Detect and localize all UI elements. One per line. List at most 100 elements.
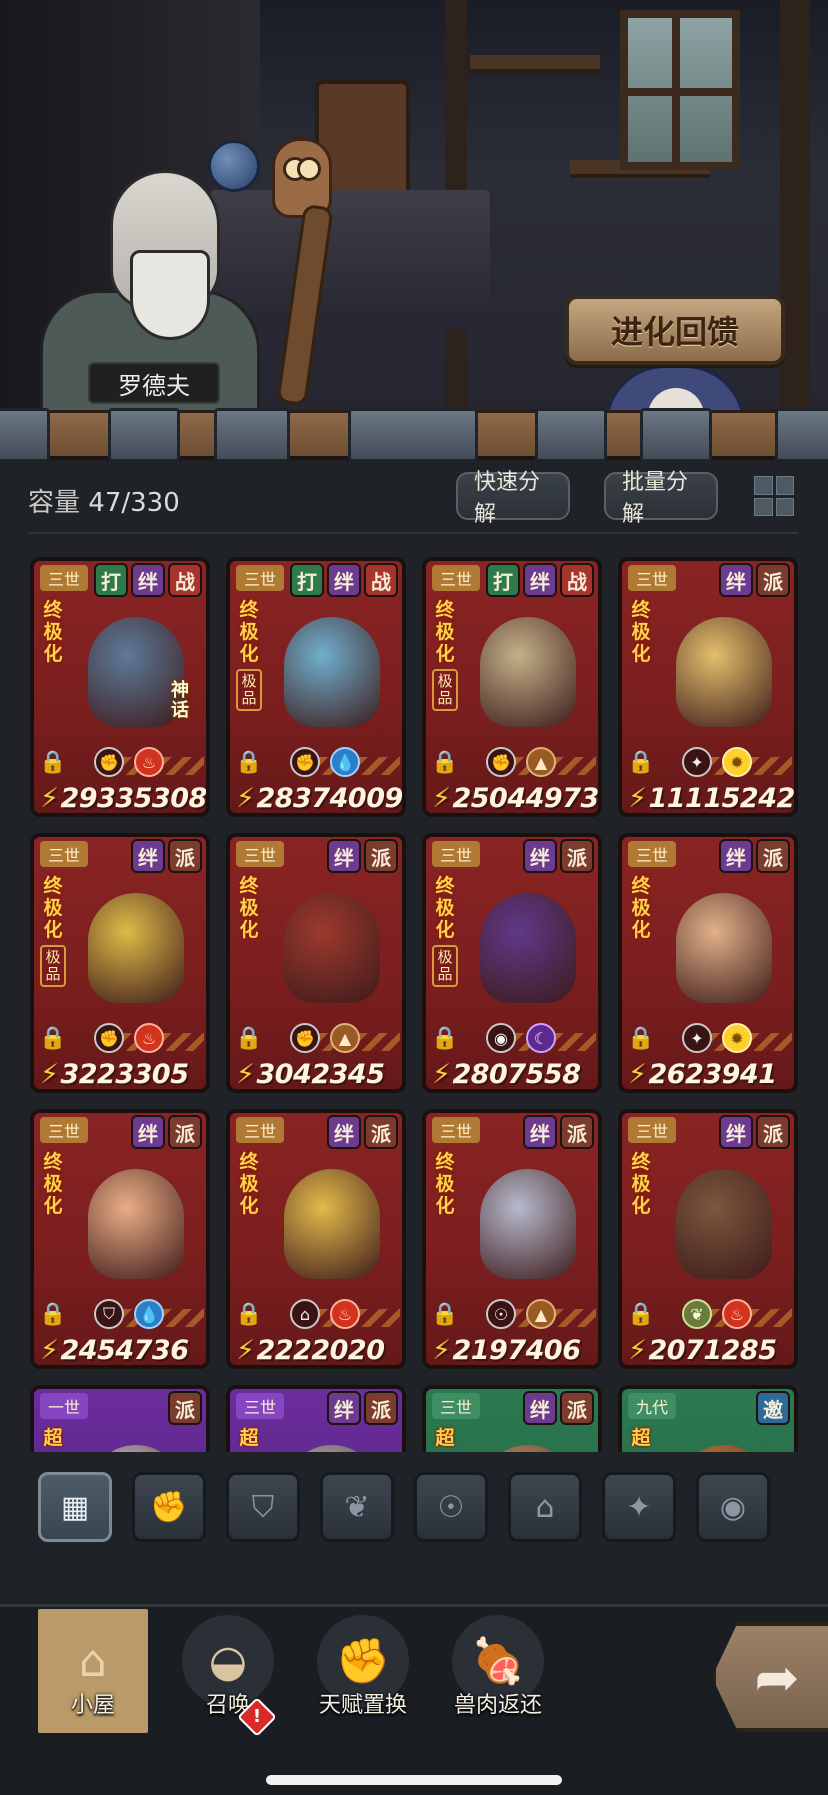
capacity-label: 容量 <box>28 488 81 518</box>
nav-meat-refund[interactable]: 🍖 兽肉返还 <box>443 1609 553 1733</box>
combat-power-value: 2623941 <box>648 1059 777 1090</box>
monster-portrait <box>264 1425 394 1452</box>
lock-icon[interactable]: 🔒 <box>39 1299 66 1329</box>
monster-card[interactable]: 三世 绊派终极化 🔒 ✊ ▲ ⚡3042345 <box>226 833 406 1093</box>
monster-card[interactable]: 三世 绊派终极化 🔒 ⛉ 💧 ⚡2454736 <box>30 1109 210 1369</box>
filter-fist-icon[interactable]: ✊ <box>132 1472 206 1542</box>
trait-tag: 绊 <box>131 1115 165 1149</box>
filter-eye-icon[interactable]: ◉ <box>696 1472 770 1542</box>
monster-card[interactable]: 三世 绊派终极化 🔒 ❦ ♨ ⚡2071285 <box>618 1109 798 1369</box>
arrow-right-icon: ➦ <box>754 1645 800 1709</box>
era-label: 三世 <box>628 1117 677 1143</box>
card-icon-row: 🔒 ✦ ✹ <box>627 1023 792 1053</box>
nav-hut[interactable]: ⌂ 小屋 <box>38 1609 148 1733</box>
trait-tags: 打绊战 <box>290 563 398 597</box>
monster-card[interactable]: 三世打绊战终极化 神话 🔒 ✊ ♨ ⚡29335308 <box>30 557 210 817</box>
power-icon: ⚡ <box>628 1335 647 1366</box>
lock-icon[interactable]: 🔒 <box>627 1299 654 1329</box>
evolve-feedback-button[interactable]: 进化回馈 <box>565 295 785 365</box>
monster-card[interactable]: 三世打绊战终极化 极品 🔒 ✊ 💧 ⚡28374009 <box>226 557 406 817</box>
trait-tag: 绊 <box>131 839 165 873</box>
monster-card[interactable]: 三世 绊派终极化 🔒 ✦ ✹ ⚡2623941 <box>618 833 798 1093</box>
trait-tag: 战 <box>560 563 594 597</box>
combat-power: ⚡11115242 <box>628 783 795 814</box>
lock-icon[interactable]: 🔒 <box>235 1023 262 1053</box>
filter-shield-icon[interactable]: ⛉ <box>226 1472 300 1542</box>
monster-card[interactable]: 三世 绊派终极化 🔒 ☉ ▲ ⚡2197406 <box>422 1109 602 1369</box>
monster-card[interactable]: 三世打绊战终极化 极品 🔒 ✊ ▲ ⚡25044973 <box>422 557 602 817</box>
grade-badge: 极品 <box>40 945 66 987</box>
trait-tag: 绊 <box>523 1391 557 1425</box>
trait-tag: 战 <box>168 563 202 597</box>
monster-card[interactable]: 一世 派超 <box>30 1385 210 1452</box>
fence-post <box>640 408 712 462</box>
earth-icon: ▲ <box>330 1023 360 1053</box>
monster-portrait <box>68 873 198 1013</box>
lock-icon[interactable]: 🔒 <box>627 747 654 777</box>
power-icon: ⚡ <box>40 1059 59 1090</box>
light-icon: ✹ <box>722 747 752 777</box>
globe-icon <box>208 140 260 192</box>
combat-power-value: 2071285 <box>648 1335 777 1366</box>
lock-icon[interactable]: 🔒 <box>431 747 458 777</box>
era-label: 三世 <box>236 1117 285 1143</box>
next-arrow-button[interactable]: ➦ <box>712 1622 828 1732</box>
filter-alien-icon[interactable]: ☉ <box>414 1472 488 1542</box>
trait-tag: 派 <box>168 1115 202 1149</box>
trait-tag: 绊 <box>523 1115 557 1149</box>
nav-summon[interactable]: ◒ 召唤 ! <box>173 1609 283 1737</box>
alien-icon: ☉ <box>486 1299 516 1329</box>
fence-post <box>0 408 50 462</box>
combat-power-value: 11115242 <box>648 783 795 814</box>
npc-nameplate[interactable]: 罗德夫 <box>88 362 220 404</box>
lock-icon[interactable]: 🔒 <box>39 747 66 777</box>
lock-icon[interactable]: 🔒 <box>235 1299 262 1329</box>
power-icon: ⚡ <box>432 1059 451 1090</box>
compass-icon: ✦ <box>682 1023 712 1053</box>
trait-tag: 派 <box>168 839 202 873</box>
trait-tags: 绊派 <box>719 1115 790 1149</box>
filter-all-icon[interactable]: ▦ <box>38 1472 112 1542</box>
grid-view-icon[interactable] <box>752 474 796 518</box>
monster-card[interactable]: 九代 邀超 <box>618 1385 798 1452</box>
lock-icon[interactable]: 🔒 <box>39 1023 66 1053</box>
filter-tower-icon[interactable]: ⌂ <box>508 1472 582 1542</box>
monster-card[interactable]: 三世 绊派终极化 🔒 ✦ ✹ ⚡11115242 <box>618 557 798 817</box>
lock-icon[interactable]: 🔒 <box>431 1023 458 1053</box>
monster-card-grid: 三世打绊战终极化 神话 🔒 ✊ ♨ ⚡29335308 三世打绊战终极化 极品 🔒 ✊ 💧 ⚡2837… <box>30 557 800 1452</box>
monster-card[interactable]: 三世 绊派终极化 🔒 ⌂ ♨ ⚡2222020 <box>226 1109 406 1369</box>
lock-icon[interactable]: 🔒 <box>235 747 262 777</box>
monster-portrait <box>460 873 590 1013</box>
fence-post <box>775 408 828 462</box>
evolution-stage-label: 超 <box>631 1427 651 1449</box>
card-icon-row: 🔒 ◉ ☾ <box>431 1023 596 1053</box>
monster-portrait <box>656 1425 786 1452</box>
fire-icon: ♨ <box>134 747 164 777</box>
monster-card[interactable]: 三世 绊派终极化 极品 🔒 ◉ ☾ ⚡2807558 <box>422 833 602 1093</box>
scene-shelf <box>470 55 600 73</box>
quick-decompose-button[interactable]: 快速分解 <box>456 470 570 527</box>
filter-plant-icon[interactable]: ❦ <box>320 1472 394 1542</box>
home-indicator[interactable] <box>266 1775 562 1785</box>
trait-tag: 派 <box>560 1115 594 1149</box>
batch-decompose-button[interactable]: 批量分解 <box>604 470 718 527</box>
lock-icon[interactable]: 🔒 <box>431 1299 458 1329</box>
monster-card[interactable]: 三世 绊派超 <box>422 1385 602 1452</box>
trait-tag: 战 <box>364 563 398 597</box>
era-label: 三世 <box>432 1393 481 1419</box>
monster-card[interactable]: 三世 绊派超 <box>226 1385 406 1452</box>
inventory-panel: 容量 47/330 快速分解 批量分解 三世打绊战终极化 神话 🔒 ✊ ♨ ⚡293353… <box>0 462 828 1602</box>
filter-compass-icon[interactable]: ✦ <box>602 1472 676 1542</box>
trait-tags: 绊派 <box>523 839 594 873</box>
trait-tag: 打 <box>290 563 324 597</box>
era-label: 三世 <box>236 1393 285 1419</box>
era-label: 一世 <box>40 1393 89 1419</box>
evolution-stage-label: 终极化 <box>631 875 651 941</box>
nav-talent-swap[interactable]: ✊ 天赋置换 <box>308 1609 418 1733</box>
water-icon: 💧 <box>330 747 360 777</box>
trait-tags: 打绊战 <box>94 563 202 597</box>
monster-portrait <box>656 1149 786 1289</box>
monster-card[interactable]: 三世 绊派终极化 极品 🔒 ✊ ♨ ⚡3223305 <box>30 833 210 1093</box>
era-label: 三世 <box>40 1117 89 1143</box>
lock-icon[interactable]: 🔒 <box>627 1023 654 1053</box>
